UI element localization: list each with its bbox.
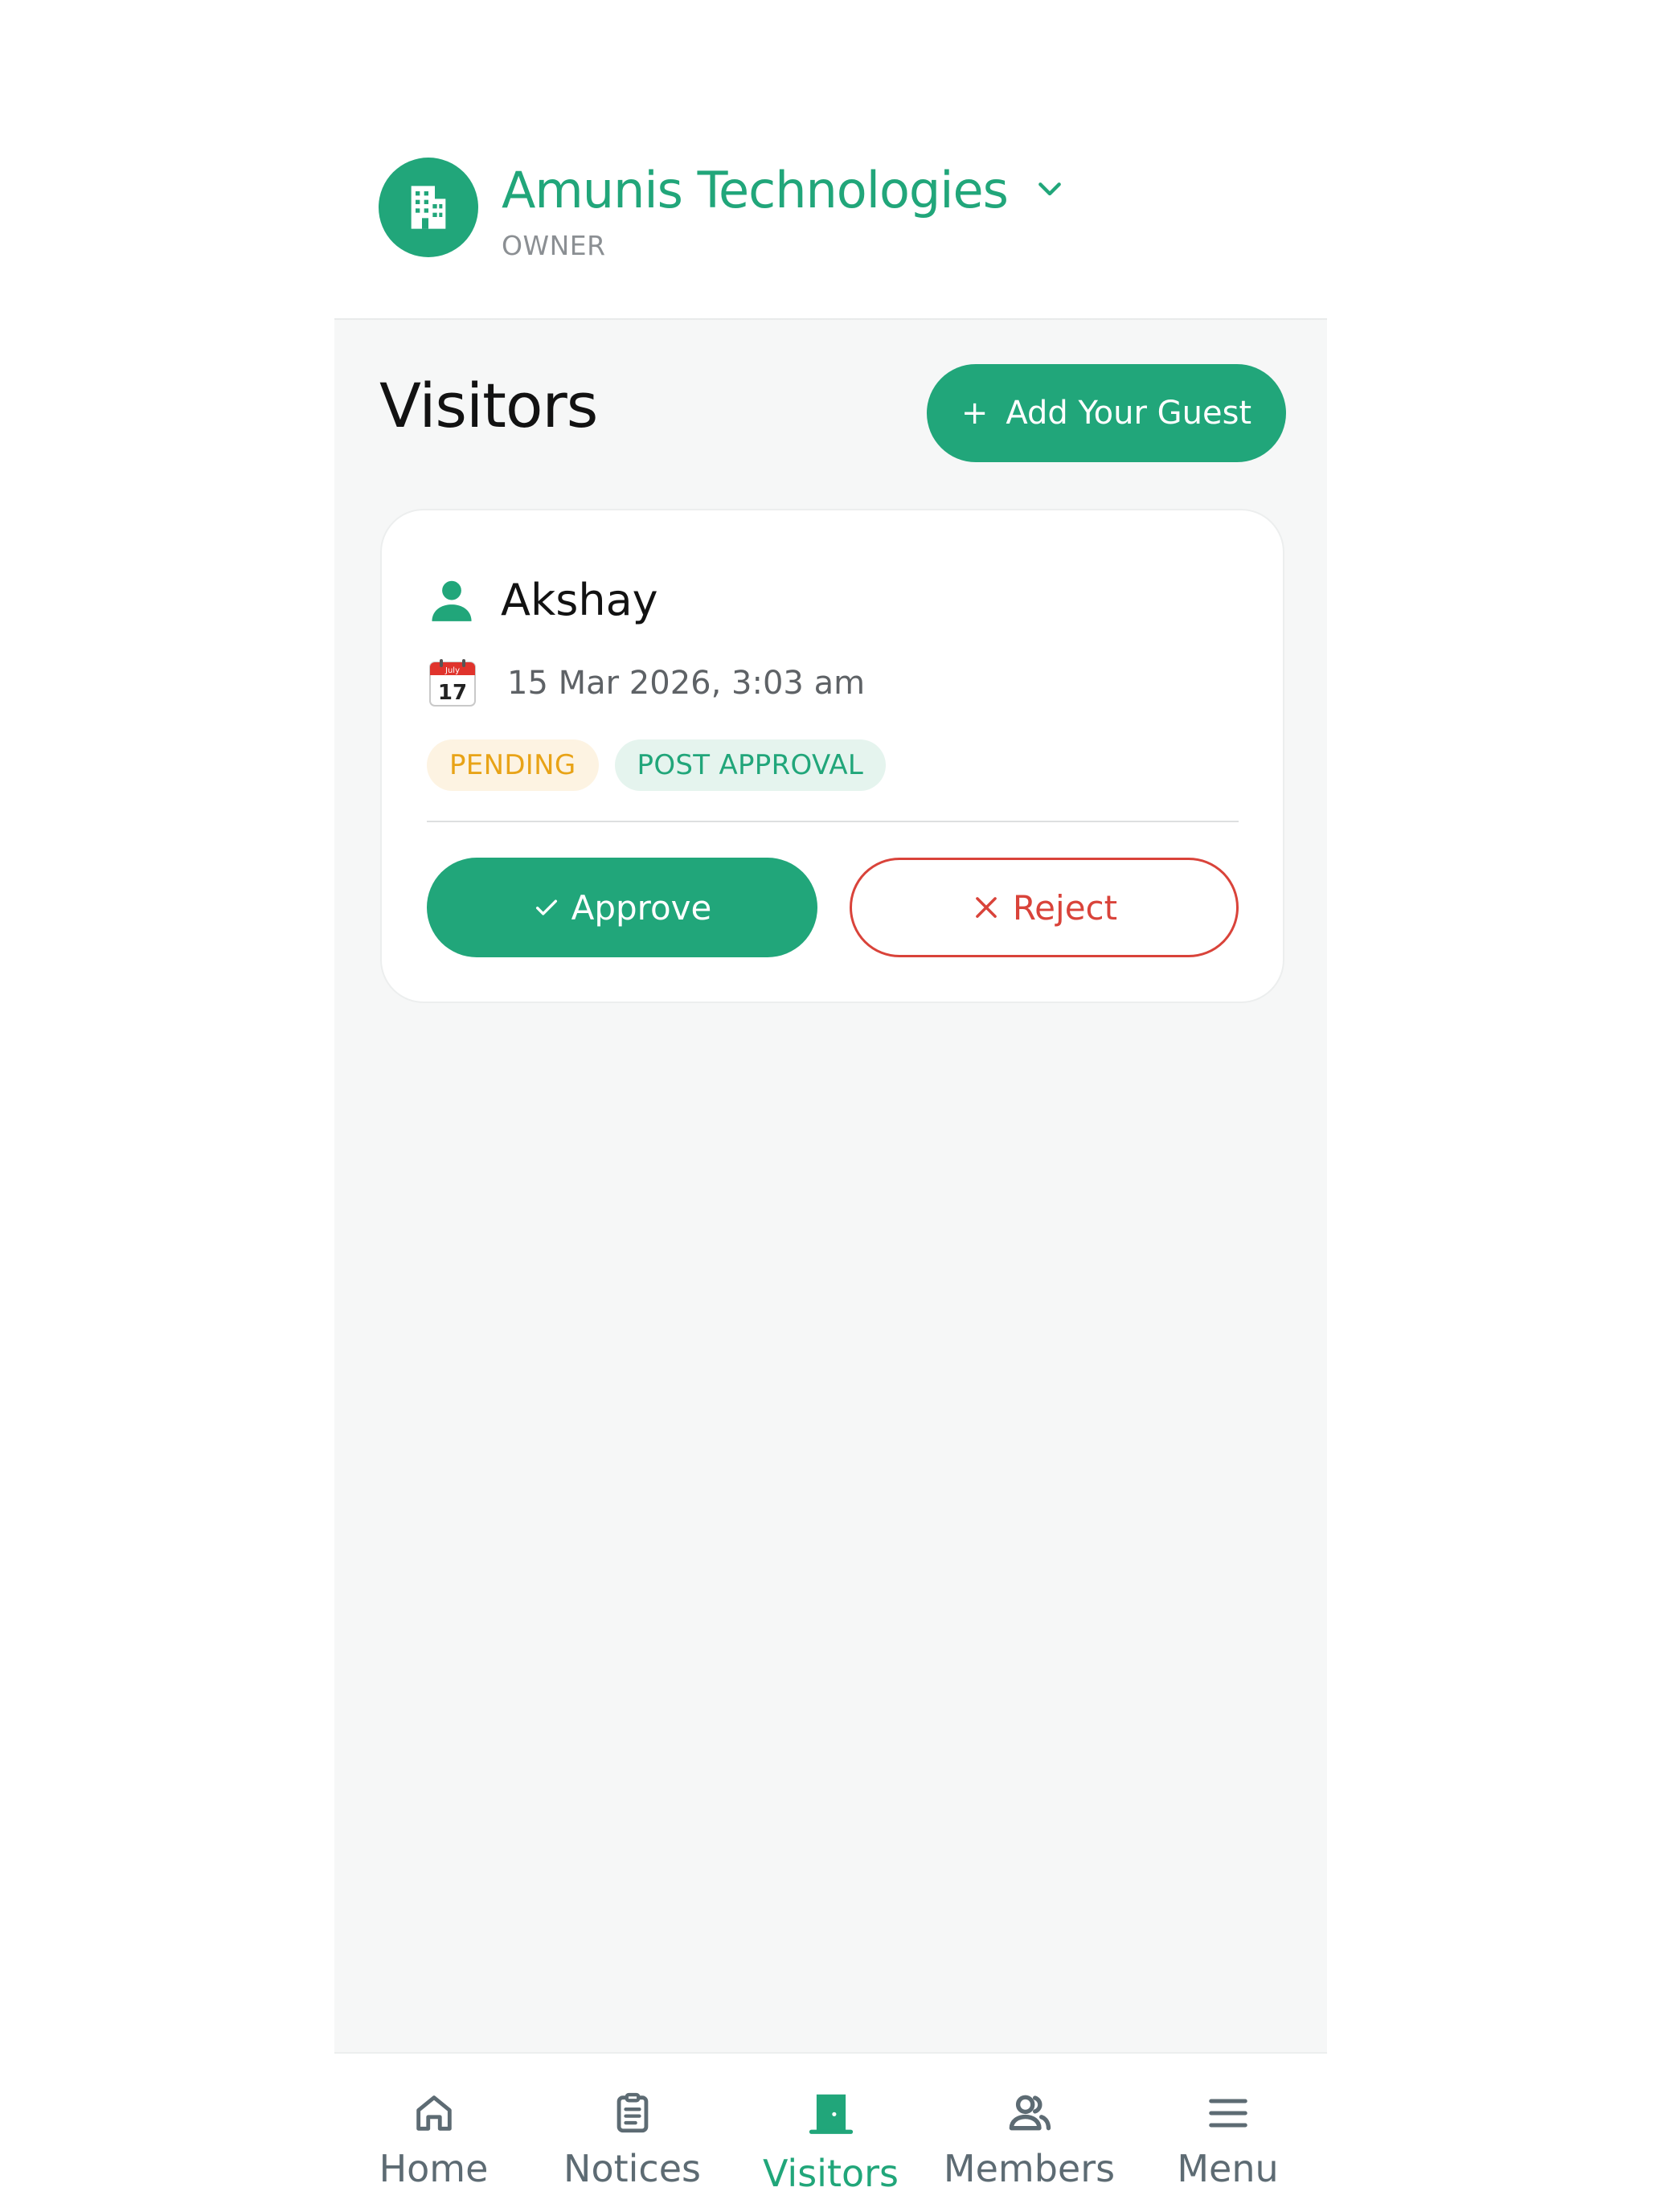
main-content[interactable]: Visitors + Add Your Guest Akshay July 17… — [334, 320, 1327, 2052]
plus-icon: + — [961, 395, 989, 432]
nav-item-visitors[interactable]: Visitors — [731, 2054, 930, 2212]
page-title: Visitors — [379, 370, 598, 441]
status-badge-post-approval: POST APPROVAL — [614, 739, 887, 791]
card-divider — [427, 821, 1239, 822]
user-role: OWNER — [502, 230, 606, 261]
nav-item-home[interactable]: Home — [334, 2054, 533, 2212]
nav-label-home: Home — [379, 2147, 489, 2190]
status-badge-pending: PENDING — [427, 739, 599, 791]
org-name: Amunis Technologies — [502, 160, 1009, 219]
home-icon — [408, 2087, 460, 2139]
org-avatar[interactable] — [379, 158, 478, 257]
reject-label: Reject — [1012, 887, 1118, 928]
reject-button[interactable]: Reject — [850, 858, 1239, 957]
nav-item-members[interactable]: Members — [930, 2054, 1129, 2212]
visitor-datetime: 15 Mar 2026, 3:03 am — [507, 665, 866, 702]
add-guest-label: Add Your Guest — [1006, 395, 1252, 432]
nav-label-notices: Notices — [563, 2147, 701, 2190]
header: Amunis Technologies OWNER — [334, 0, 1327, 320]
add-guest-button[interactable]: + Add Your Guest — [927, 364, 1286, 462]
status-badges: PENDING POST APPROVAL — [427, 739, 887, 791]
clipboard-icon — [607, 2087, 658, 2139]
nav-item-notices[interactable]: Notices — [533, 2054, 731, 2212]
visitor-name-row: Akshay — [427, 575, 658, 625]
person-icon — [432, 580, 472, 621]
nav-label-members: Members — [943, 2147, 1116, 2190]
close-icon — [971, 892, 1002, 923]
visitor-card: Akshay July 17 15 Mar 2026, 3:03 am PEND… — [380, 509, 1284, 1003]
bottom-nav: Home Notices Visitors Members Menu — [334, 2052, 1327, 2212]
visitor-name: Akshay — [501, 575, 658, 625]
door-icon — [805, 2087, 857, 2139]
visitor-date-row: July 17 15 Mar 2026, 3:03 am — [427, 657, 865, 709]
calendar-month: July — [444, 666, 460, 675]
approve-button[interactable]: Approve — [427, 858, 817, 957]
nav-label-visitors: Visitors — [762, 2152, 899, 2195]
org-switcher[interactable]: Amunis Technologies — [502, 158, 1067, 222]
calendar-day: 17 — [438, 681, 467, 705]
building-icon — [411, 186, 446, 229]
app-screen: Amunis Technologies OWNER Visitors + Add… — [0, 0, 1659, 2212]
nav-item-menu[interactable]: Menu — [1129, 2054, 1327, 2212]
nav-label-menu: Menu — [1177, 2147, 1279, 2190]
calendar-icon: July 17 — [429, 659, 476, 707]
members-icon — [1004, 2087, 1055, 2139]
check-icon — [533, 894, 560, 921]
approve-label: Approve — [571, 887, 712, 928]
chevron-down-icon[interactable] — [1032, 172, 1067, 207]
hamburger-icon — [1202, 2087, 1254, 2139]
